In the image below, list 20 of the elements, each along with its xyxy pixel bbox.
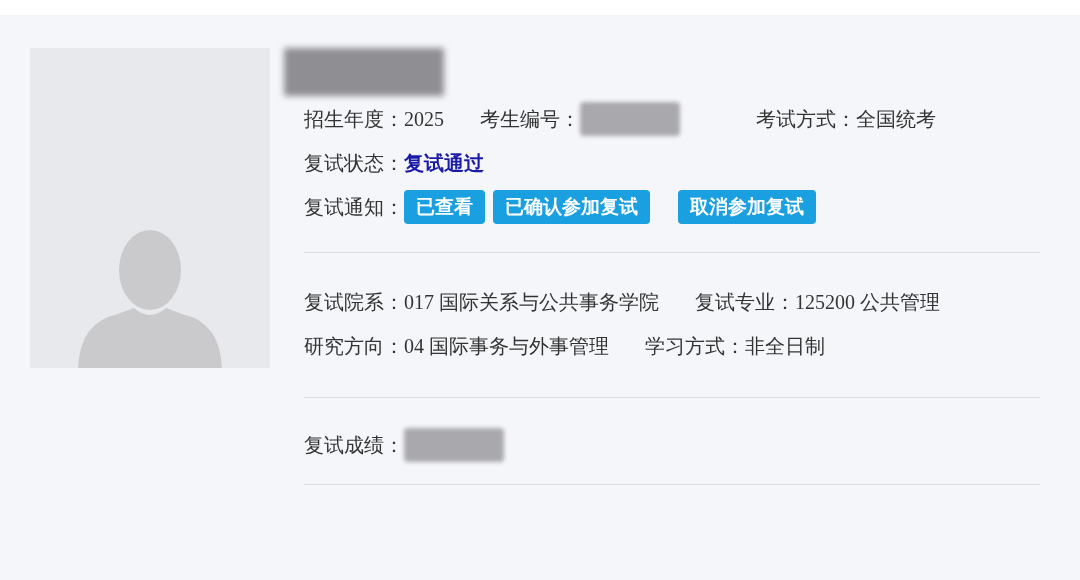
field-value: 04 国际事务与外事管理 <box>404 334 609 359</box>
notice-button[interactable]: 已确认参加复试 <box>493 190 650 224</box>
field-value: 2025 <box>404 107 444 132</box>
field-value: 125200 公共管理 <box>795 290 940 315</box>
field-value: 全国统考 <box>856 107 936 132</box>
field-label: 考试方式： <box>756 107 856 132</box>
field-label: 复试通知： <box>304 195 404 220</box>
field-label: 复试成绩： <box>304 433 404 458</box>
field-label: 复试专业： <box>695 290 795 315</box>
field-label: 招生年度： <box>304 107 404 132</box>
field-value: 非全日制 <box>745 334 825 359</box>
notice-button[interactable]: 已查看 <box>404 190 485 224</box>
field-label: 学习方式： <box>645 334 745 359</box>
status-value: 复试通过 <box>404 151 484 176</box>
notice-button[interactable]: 取消参加复试 <box>678 190 816 224</box>
field-label: 复试状态： <box>304 151 404 176</box>
field-label: 考生编号： <box>480 107 580 132</box>
field-value: 017 国际关系与公共事务学院 <box>404 290 659 315</box>
field-label: 研究方向： <box>304 334 404 359</box>
field-label: 复试院系： <box>304 290 404 315</box>
